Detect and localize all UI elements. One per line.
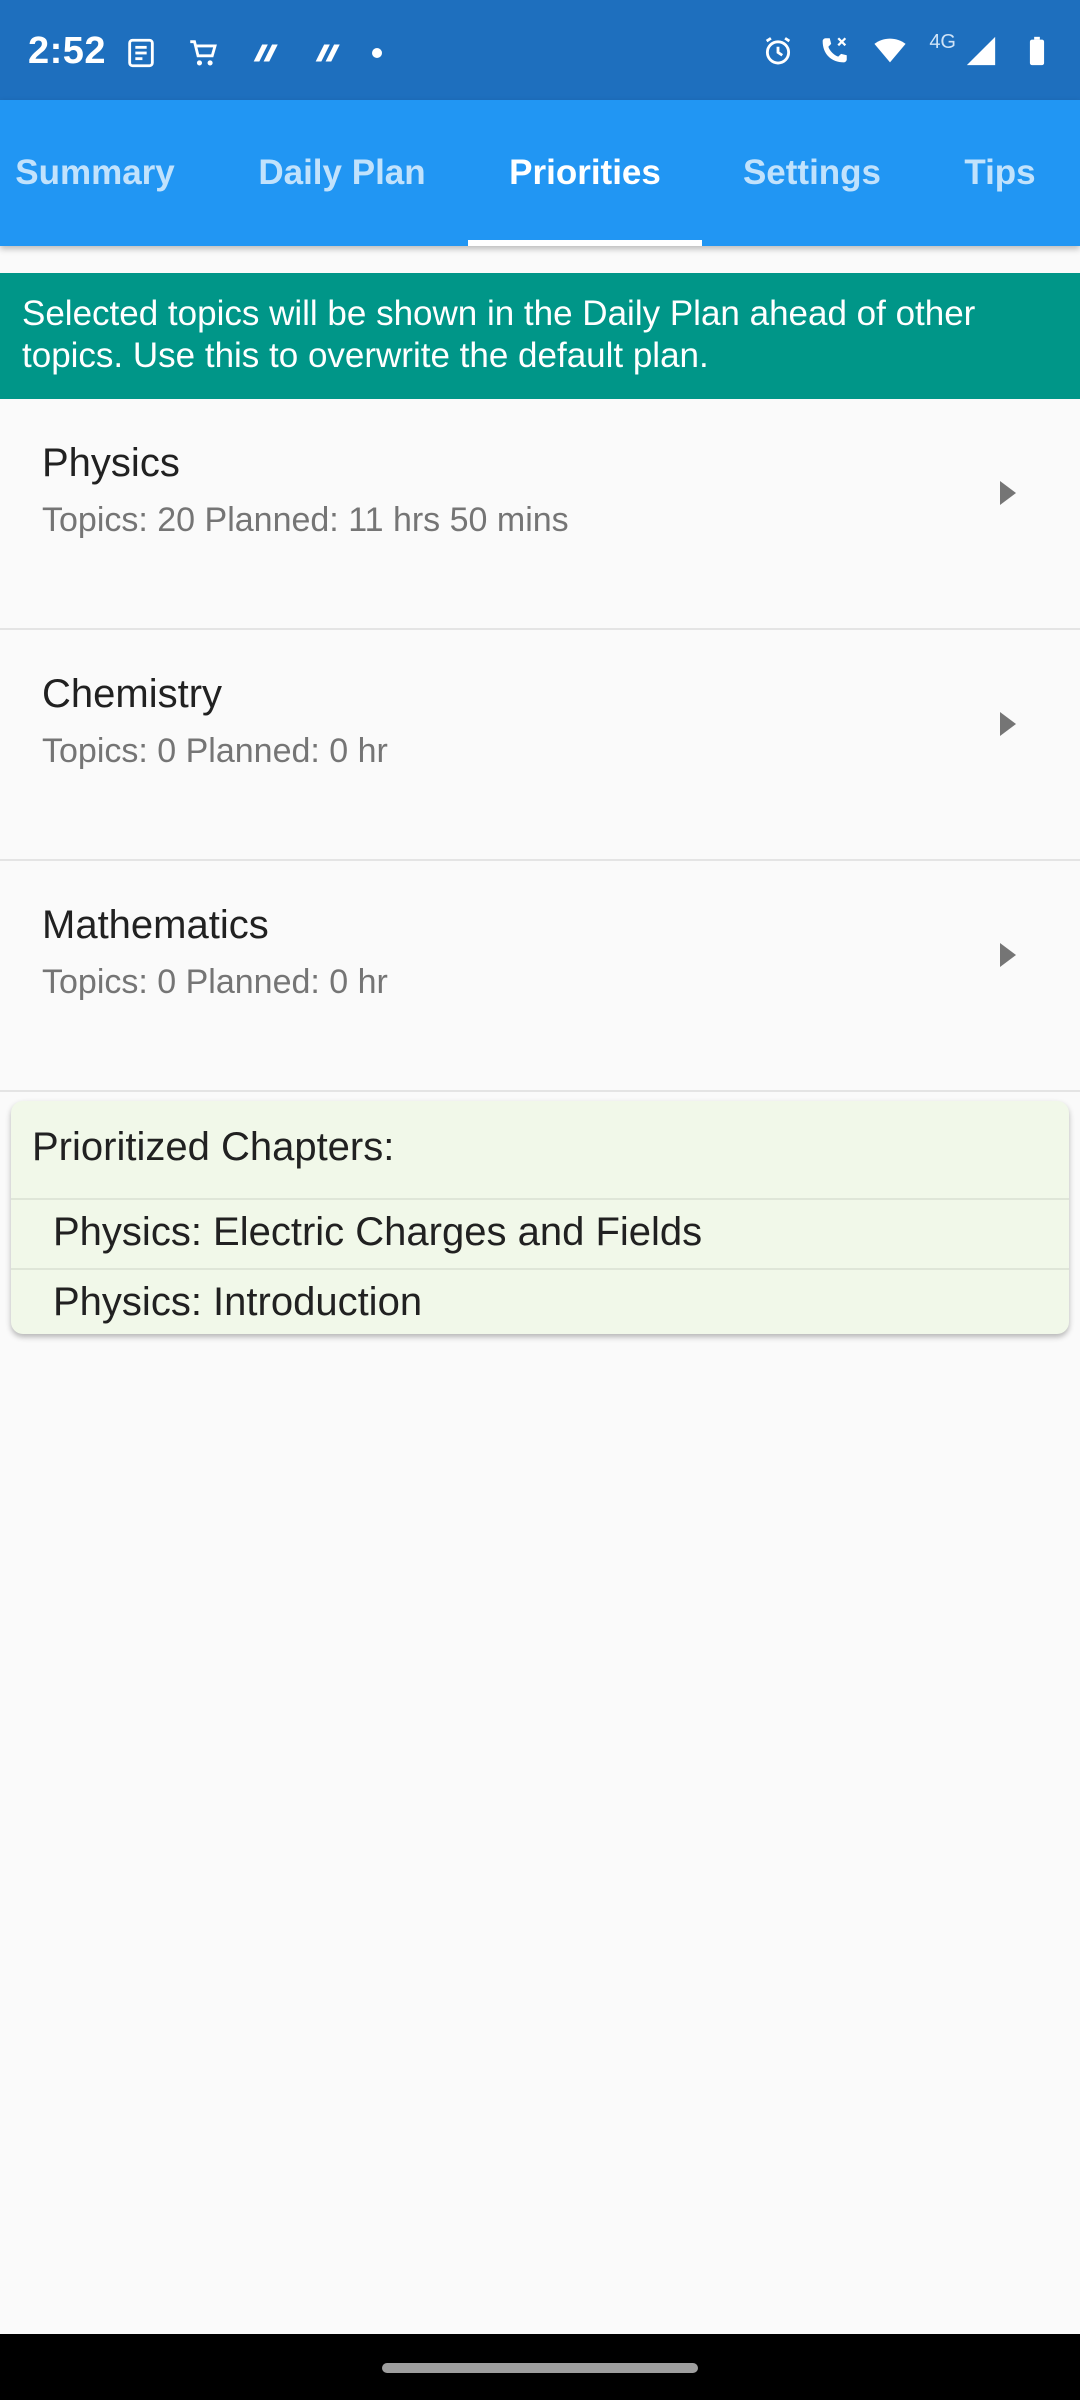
tab-label: Settings <box>742 153 882 192</box>
tab-label: Summary <box>15 153 175 192</box>
subject-name: Physics <box>42 441 180 485</box>
subject-row-physics[interactable]: Physics Topics: 20 Planned: 11 hrs 50 mi… <box>0 399 1080 630</box>
tab-label: Daily Plan <box>258 153 426 192</box>
cart-icon <box>190 40 217 66</box>
battery-icon <box>1029 36 1045 66</box>
tab-indicator <box>468 240 702 246</box>
tab-label: Priorities <box>509 153 661 192</box>
subject-name: Mathematics <box>42 903 269 947</box>
prioritized-title: Prioritized Chapters: <box>32 1125 395 1169</box>
status-time: 2:52 <box>28 30 107 72</box>
subject-name: Chemistry <box>42 672 223 716</box>
status-bar: 2:52 4G <box>0 0 1080 100</box>
arrow-right-icon <box>1000 712 1016 736</box>
signal-icon <box>966 36 996 66</box>
tab-daily-plan[interactable]: Daily Plan <box>234 100 450 246</box>
notification-icons <box>124 36 382 70</box>
subject-meta: Topics: 0 Planned: 0 hr <box>42 963 388 1001</box>
subject-meta: Topics: 20 Planned: 11 hrs 50 mins <box>42 501 569 539</box>
home-handle[interactable] <box>382 2363 698 2373</box>
tab-label: Tips <box>964 153 1036 192</box>
tab-priorities[interactable]: Priorities <box>468 100 702 246</box>
system-icons: 4G <box>761 30 1054 68</box>
subject-row-mathematics[interactable]: Mathematics Topics: 0 Planned: 0 hr <box>0 861 1080 1092</box>
prioritized-item-label: Physics: Electric Charges and Fields <box>53 1210 703 1254</box>
alarm-icon <box>766 37 791 65</box>
prioritized-item[interactable]: Physics: Electric Charges and Fields <box>11 1198 1069 1268</box>
prioritized-chapters-card: Prioritized Chapters: Physics: Electric … <box>11 1101 1069 1334</box>
tab-tips[interactable]: Tips <box>940 100 1060 246</box>
news-icon <box>128 38 154 68</box>
subject-row-chemistry[interactable]: Chemistry Topics: 0 Planned: 0 hr <box>0 630 1080 861</box>
app-icon <box>253 44 278 62</box>
arrow-right-icon <box>1000 943 1016 967</box>
call-icon <box>822 37 848 63</box>
app-icon <box>315 44 340 62</box>
prioritized-item[interactable]: Physics: Introduction <box>11 1268 1069 1334</box>
banner-text: Selected topics will be shown in the Dai… <box>22 294 976 375</box>
subject-meta: Topics: 0 Planned: 0 hr <box>42 732 388 770</box>
arrow-right-icon <box>1000 481 1016 505</box>
tab-settings[interactable]: Settings <box>720 100 904 246</box>
prioritized-item-label: Physics: Introduction <box>53 1280 423 1324</box>
network-type: 4G <box>929 30 956 53</box>
tab-summary[interactable]: Summary <box>0 100 190 246</box>
wifi-icon <box>874 38 906 63</box>
dot-icon <box>372 48 382 58</box>
tab-bar: Summary Daily Plan Priorities Settings T… <box>0 100 1080 246</box>
info-banner: Selected topics will be shown in the Dai… <box>0 273 1080 399</box>
